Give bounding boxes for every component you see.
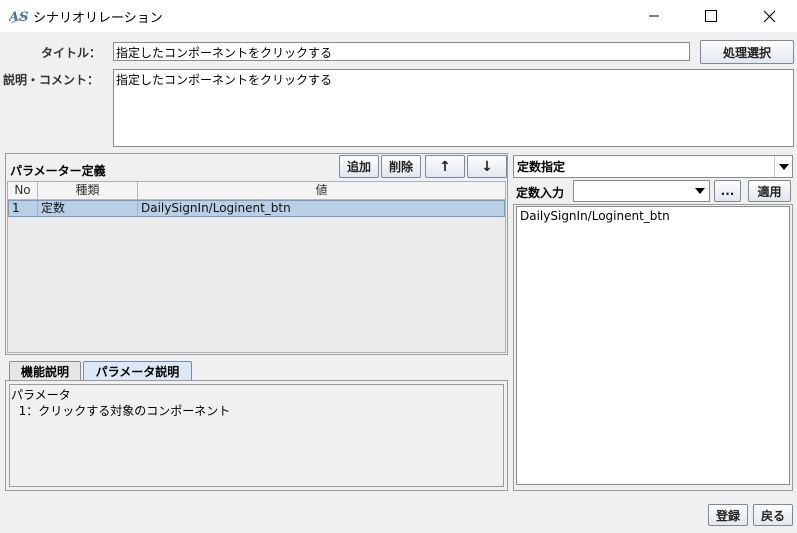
- tab-function-description[interactable]: 機能説明: [9, 361, 81, 380]
- description-line-2: 1：クリックする対象のコンポーネント: [11, 404, 231, 418]
- table-cell-kind: 定数: [38, 201, 138, 216]
- parameter-section-title: パラメーター定義: [10, 164, 106, 178]
- table-header: No 種類 値: [8, 182, 505, 200]
- description-text: パラメータ 1：クリックする対象のコンポーネント: [9, 384, 504, 487]
- column-header-kind[interactable]: 種類: [38, 182, 138, 199]
- constant-mode-value: 定数指定: [517, 160, 566, 174]
- app-logo-icon: AS: [7, 6, 29, 26]
- delete-parameter-button[interactable]: 削除: [381, 155, 421, 178]
- comment-label: 説明・コメント：: [3, 73, 100, 87]
- column-header-no[interactable]: No: [8, 182, 38, 199]
- comment-textarea[interactable]: 指定したコンポーネントをクリックする: [113, 69, 794, 147]
- chevron-down-icon: [691, 181, 709, 201]
- move-up-button[interactable]: ↑: [425, 155, 465, 178]
- parameter-table: No 種類 値 1 定数 DailySignIn/Loginent_btn: [7, 181, 506, 353]
- title-input[interactable]: 指定したコンポーネントをクリックする: [113, 42, 690, 61]
- maximize-button[interactable]: [688, 0, 734, 32]
- table-cell-value: DailySignIn/Loginent_btn: [141, 201, 291, 215]
- description-line-1: パラメータ: [11, 388, 71, 402]
- constant-textarea[interactable]: DailySignIn/Loginent_btn: [516, 206, 790, 485]
- register-button[interactable]: 登録: [708, 504, 748, 526]
- chevron-down-icon: [774, 156, 792, 177]
- back-button[interactable]: 戻る: [753, 504, 793, 526]
- constant-input-select[interactable]: [573, 180, 710, 202]
- table-cell-no: 1: [9, 201, 38, 216]
- tab-parameter-description[interactable]: パラメータ説明: [83, 361, 192, 380]
- minimize-icon: [649, 15, 659, 17]
- title-label: タイトル：: [41, 46, 102, 60]
- constant-input-label: 定数入力: [516, 186, 565, 200]
- column-header-value[interactable]: 値: [138, 182, 505, 199]
- apply-button[interactable]: 適用: [748, 180, 791, 202]
- constant-mode-select[interactable]: 定数指定: [513, 155, 793, 178]
- browse-ellipsis-button[interactable]: ...: [714, 180, 741, 202]
- close-button[interactable]: [746, 0, 792, 32]
- close-icon: [763, 10, 775, 22]
- maximize-icon: [705, 10, 717, 22]
- minimize-button[interactable]: [631, 0, 677, 32]
- window-title: シナリオリレーション: [33, 11, 163, 26]
- move-down-button[interactable]: ↓: [467, 155, 507, 178]
- add-parameter-button[interactable]: 追加: [339, 155, 379, 178]
- process-select-button[interactable]: 処理選択: [700, 40, 794, 64]
- table-row[interactable]: 1 定数 DailySignIn/Loginent_btn: [8, 200, 505, 217]
